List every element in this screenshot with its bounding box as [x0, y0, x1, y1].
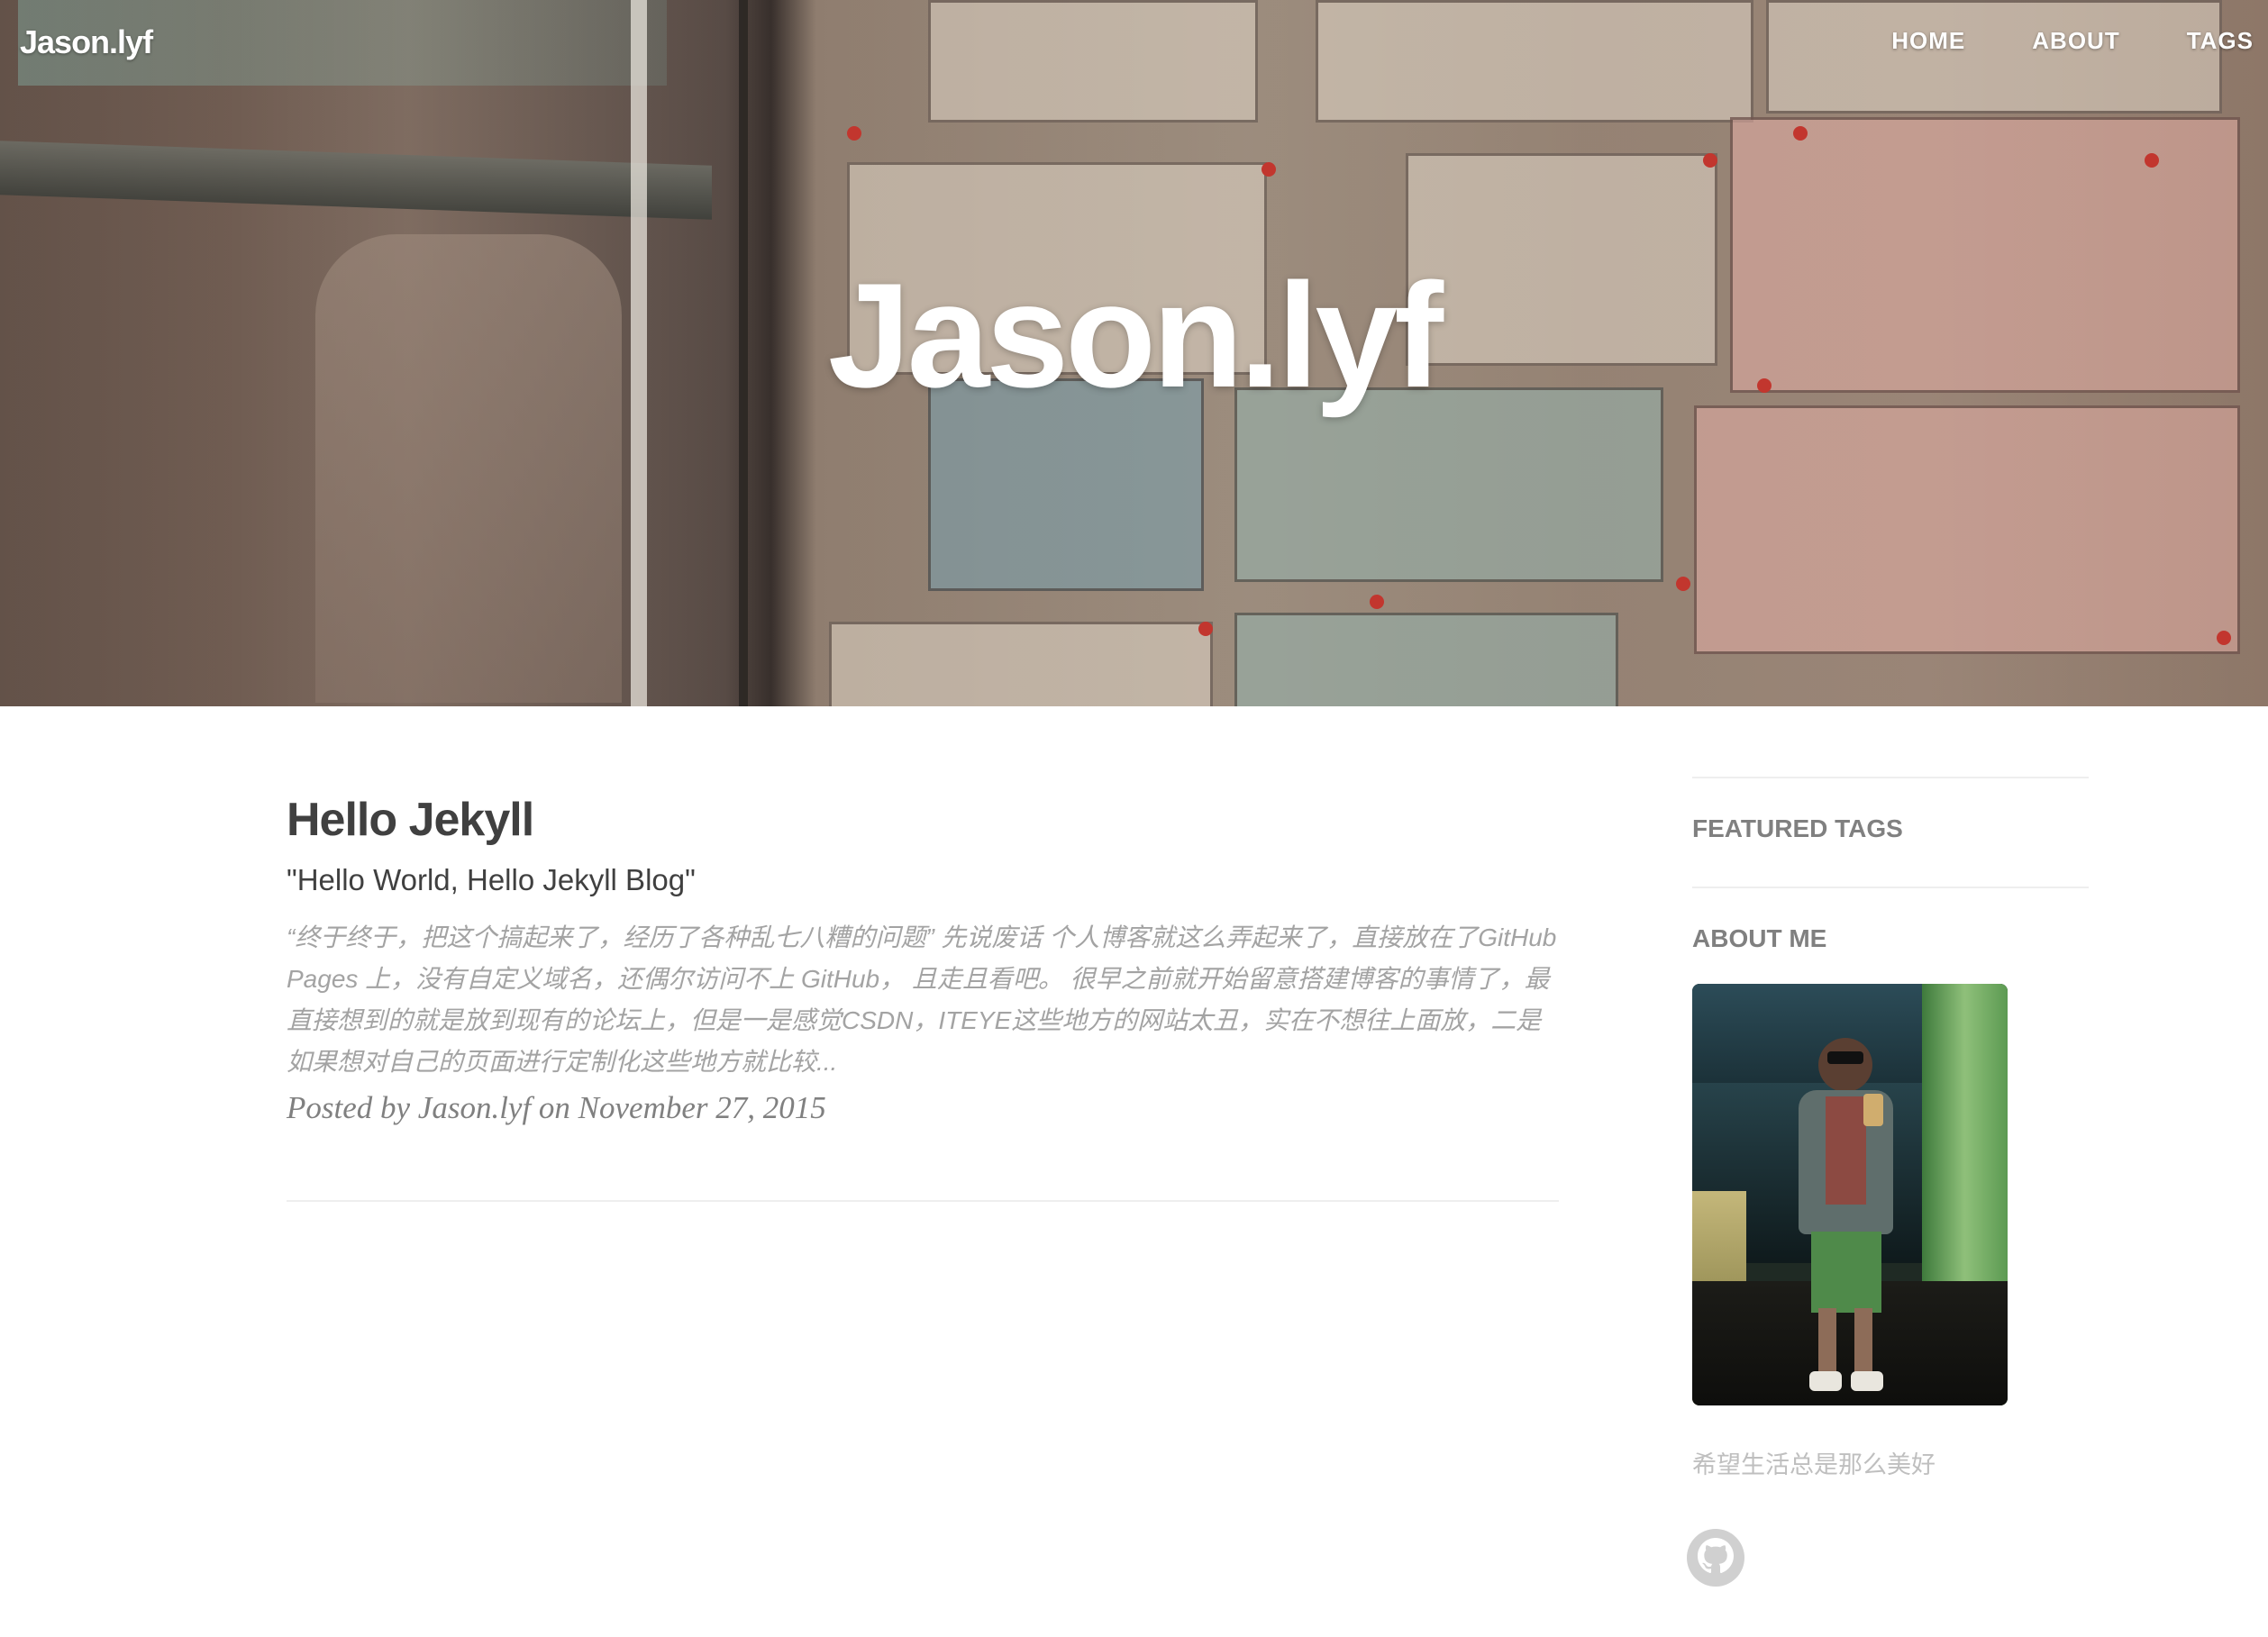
hero-header: Jason.lyf HOME ABOUT TAGS Jason.lyf: [0, 0, 2268, 706]
post-divider: [287, 1200, 1559, 1202]
post-excerpt[interactable]: “终于终于，把这个搞起来了，经历了各种乱七八糟的问题” 先说废话 个人博客就这么…: [287, 917, 1559, 1083]
site-title: Jason.lyf: [827, 252, 1444, 418]
github-icon: [1698, 1537, 1734, 1578]
post-subtitle: "Hello World, Hello Jekyll Blog": [287, 863, 696, 896]
post-title-link[interactable]: Hello Jekyll: [287, 793, 1559, 847]
about-me-heading: ABOUT ME: [1692, 924, 1827, 952]
post-preview: Hello Jekyll "Hello World, Hello Jekyll …: [287, 793, 1559, 1126]
top-navigation: Jason.lyf HOME ABOUT TAGS: [0, 0, 2268, 86]
sidebar: FEATURED TAGS ABOUT ME 希望生活总是那么美好: [1687, 777, 2089, 1587]
post-meta: Posted by Jason.lyf on November 27, 2015: [287, 1090, 826, 1125]
brand-link[interactable]: Jason.lyf: [20, 23, 153, 61]
nav-link-home[interactable]: HOME: [1891, 27, 1965, 55]
about-me-text: 希望生活总是那么美好: [1692, 1451, 1936, 1478]
nav-links: HOME ABOUT TAGS: [1825, 27, 2254, 55]
github-button[interactable]: [1687, 1529, 1744, 1587]
sidebar-divider: [1692, 887, 2089, 888]
avatar: [1692, 984, 2008, 1405]
sidebar-divider: [1692, 777, 2089, 778]
featured-tags-heading: FEATURED TAGS: [1692, 814, 1903, 842]
nav-link-about[interactable]: ABOUT: [2032, 27, 2119, 55]
nav-link-tags[interactable]: TAGS: [2187, 27, 2254, 55]
